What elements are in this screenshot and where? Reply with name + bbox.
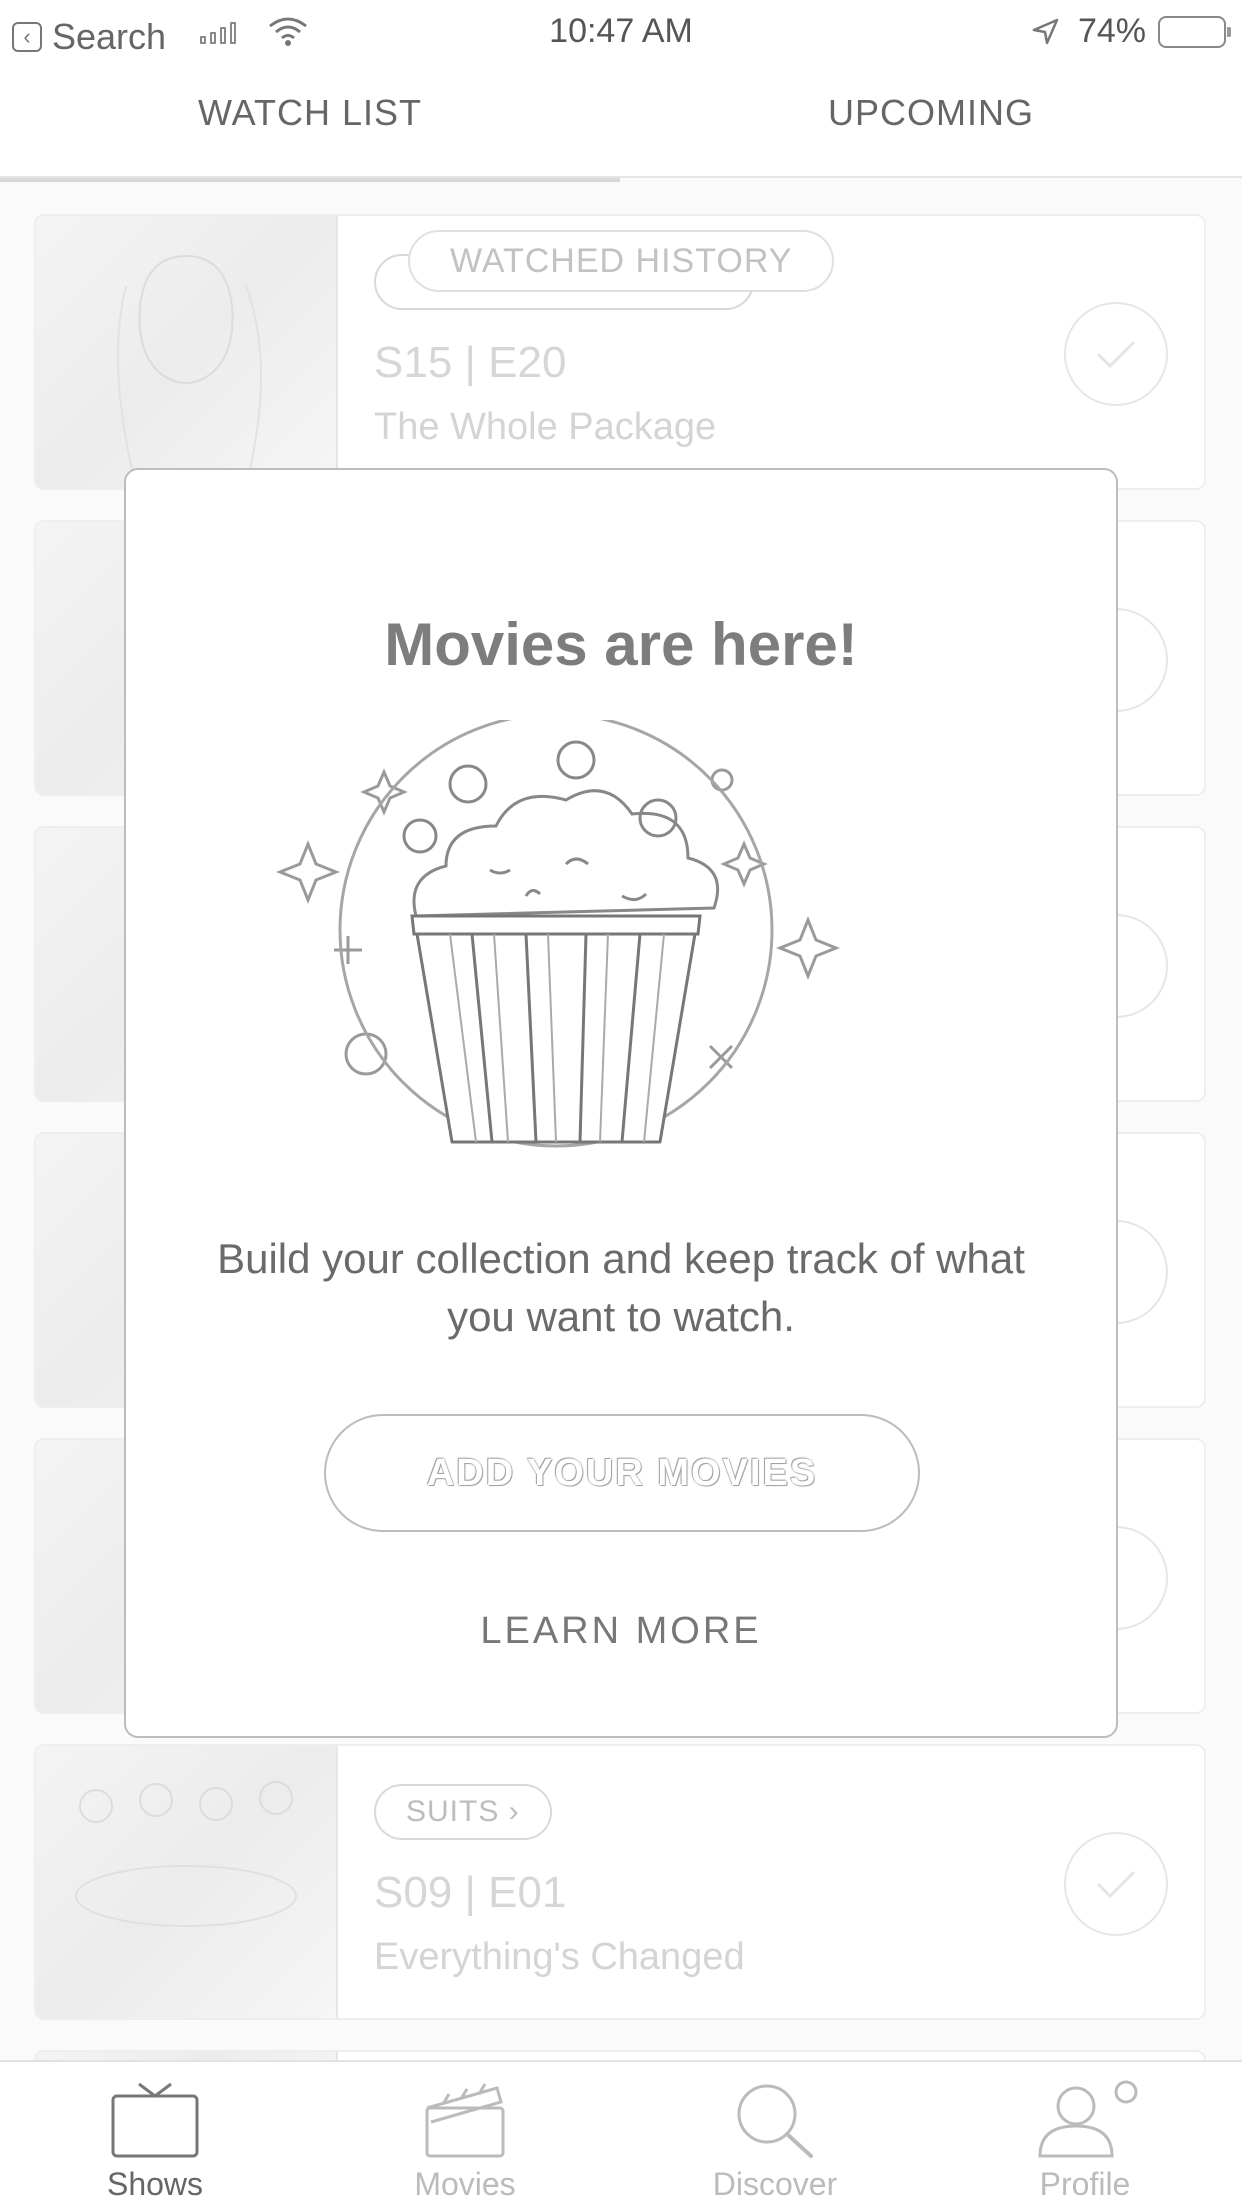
nav-label: Shows [106,2166,204,2202]
show-poster [36,216,338,488]
learn-more-link[interactable]: LEARN MORE [126,1610,1116,1653]
search-icon [737,2084,813,2158]
watched-history-button[interactable]: WATCHED HISTORY [408,230,835,292]
nav-movies[interactable]: Movies [310,2062,620,2208]
battery-percent: 74% [1077,12,1146,50]
status-bar: ‹ Search 10:47 AM 74% [0,0,1242,62]
nav-shows[interactable]: Shows [0,2062,310,2208]
add-your-movies-button[interactable]: ADD YOUR MOVIES [324,1414,920,1532]
checkmark-icon [1096,340,1136,369]
episode-title: The Whole Package [374,406,717,448]
bottom-nav: Shows Movies Discover Profile [0,2060,1242,2208]
top-tabs: WATCH LIST UPCOMING [0,62,1242,182]
mark-watched-button[interactable] [1064,302,1168,406]
list-item[interactable]: SUITS › S09 | E01 Everything's Changed [34,1744,1206,2020]
app-screen: ‹ Search 10:47 AM 74% WATCH LIST UPCOMIN… [0,0,1242,2208]
episode-number: S09 | E01 [374,1868,567,1917]
nav-label: Discover [712,2166,838,2202]
location-arrow-icon [1032,18,1059,44]
status-right: 74% [1030,12,1231,51]
nav-label: Movies [414,2166,516,2202]
active-tab-indicator [0,178,620,182]
poster-artwork [117,254,262,487]
modal-description: Build your collection and keep track of … [217,1235,1025,1340]
episode-title: Everything's Changed [374,1936,745,1978]
tab-upcoming[interactable]: UPCOMING [620,92,1242,134]
clapperboard-icon [425,2083,505,2158]
poster-artwork [75,1781,297,1927]
modal-title: Movies are here! [384,611,858,678]
tab-watch-list[interactable]: WATCH LIST [0,92,620,134]
mark-watched-button[interactable] [1064,1832,1168,1936]
episode-number: S15 | E20 [374,338,567,387]
battery-icon [1158,15,1231,48]
nav-discover[interactable]: Discover [620,2062,930,2208]
profile-icon [1038,2080,1138,2158]
nav-label: Profile [1039,2166,1131,2202]
show-poster [36,1746,338,2018]
nav-profile[interactable]: Profile [930,2062,1240,2208]
checkmark-icon [1096,1870,1136,1899]
popcorn-bucket-icon [275,720,841,1148]
movies-announcement-modal: Movies are here! Build your collection a… [124,468,1118,1738]
show-pill[interactable]: SUITS › [374,1784,552,1840]
tv-icon [111,2082,199,2158]
